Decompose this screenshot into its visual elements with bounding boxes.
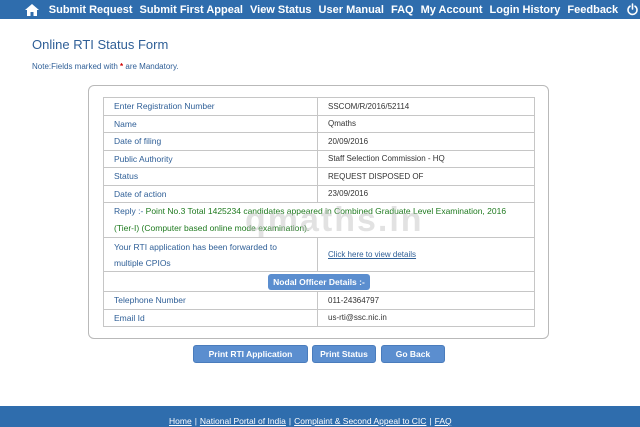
forwarded-label: Your RTI application has been forwarded … — [103, 237, 318, 272]
status-details-table: Enter Registration Number SSCOM/R/2016/5… — [103, 97, 535, 327]
table-row: Date of filing 20/09/2016 — [103, 132, 535, 151]
filing-date-value: 20/09/2016 — [317, 132, 535, 151]
page-title: Online RTI Status Form — [32, 37, 169, 52]
nav-login-history[interactable]: Login History — [490, 4, 561, 16]
footer-home-link[interactable]: Home — [169, 416, 192, 426]
power-icon[interactable] — [626, 3, 640, 17]
nav-user-manual[interactable]: User Manual — [319, 4, 384, 16]
name-value: Qmaths — [317, 114, 535, 133]
forwarded-cell: Click here to view details — [317, 237, 535, 272]
nodal-heading-row: Nodal Officer Details :- — [103, 271, 535, 292]
table-row: Name Qmaths — [103, 114, 535, 133]
filing-date-label: Date of filing — [103, 132, 318, 151]
registration-label: Enter Registration Number — [103, 97, 318, 116]
nodal-heading-cell: Nodal Officer Details :- — [103, 271, 535, 292]
footer-links: Home | National Portal of India | Complaint … — [169, 416, 452, 426]
print-status-button[interactable]: Print Status — [312, 345, 376, 363]
status-label: Status — [103, 167, 318, 186]
name-label: Name — [103, 114, 318, 133]
nav-submit-first-appeal[interactable]: Submit First Appeal — [140, 4, 244, 16]
footer-separator: | — [194, 416, 197, 426]
table-row: Email Id us-rti@ssc.nic.in — [103, 308, 535, 327]
public-authority-label: Public Authority — [103, 149, 318, 168]
registration-value: SSCOM/R/2016/52114 — [317, 97, 535, 116]
action-date-value: 23/09/2016 — [317, 184, 535, 203]
nav-my-account[interactable]: My Account — [421, 4, 483, 16]
telephone-label: Telephone Number — [103, 291, 318, 310]
footer-complaint-link[interactable]: Complaint & Second Appeal to CIC — [294, 416, 426, 426]
reply-text: Point No.3 Total 1425234 candidates appe… — [114, 206, 507, 233]
footer-separator: | — [288, 416, 292, 426]
table-row: Your RTI application has been forwarded … — [103, 237, 535, 272]
note-suffix: are Mandatory. — [123, 62, 179, 71]
table-row: Telephone Number 011-24364797 — [103, 291, 535, 310]
mandatory-note: Note:Fields marked with * are Mandatory. — [32, 62, 179, 71]
note-prefix: Note:Fields marked with — [32, 62, 121, 71]
view-details-link[interactable]: Click here to view details — [328, 250, 416, 259]
reply-label: Reply :- — [114, 206, 144, 216]
footer-separator: | — [429, 416, 432, 426]
footer-faq-link[interactable]: FAQ — [435, 416, 452, 426]
table-row: Public Authority Staff Selection Commiss… — [103, 149, 535, 168]
print-rti-application-button[interactable]: Print RTI Application — [193, 345, 308, 363]
table-row: Status REQUEST DISPOSED OF — [103, 167, 535, 186]
nav-feedback[interactable]: Feedback — [567, 4, 618, 16]
email-value: us-rti@ssc.nic.in — [317, 308, 535, 327]
home-icon[interactable] — [22, 0, 42, 19]
action-date-label: Date of action — [103, 184, 318, 203]
reply-row: Reply :- Point No.3 Total 1425234 candid… — [103, 202, 535, 238]
nodal-officer-heading: Nodal Officer Details :- — [268, 273, 370, 290]
table-row: Date of action 23/09/2016 — [103, 184, 535, 203]
nav-submit-request[interactable]: Submit Request — [49, 4, 133, 16]
telephone-value: 011-24364797 — [317, 291, 535, 310]
top-nav: Submit Request Submit First Appeal View … — [0, 0, 640, 19]
reply-cell: Reply :- Point No.3 Total 1425234 candid… — [103, 202, 535, 238]
table-row: Enter Registration Number SSCOM/R/2016/5… — [103, 97, 535, 116]
go-back-button[interactable]: Go Back — [381, 345, 445, 363]
footer-national-portal-link[interactable]: National Portal of India — [200, 416, 286, 426]
nav-faq[interactable]: FAQ — [391, 4, 414, 16]
email-label: Email Id — [103, 308, 318, 327]
public-authority-value: Staff Selection Commission - HQ — [317, 149, 535, 168]
nav-view-status[interactable]: View Status — [250, 4, 312, 16]
status-value: REQUEST DISPOSED OF — [317, 167, 535, 186]
